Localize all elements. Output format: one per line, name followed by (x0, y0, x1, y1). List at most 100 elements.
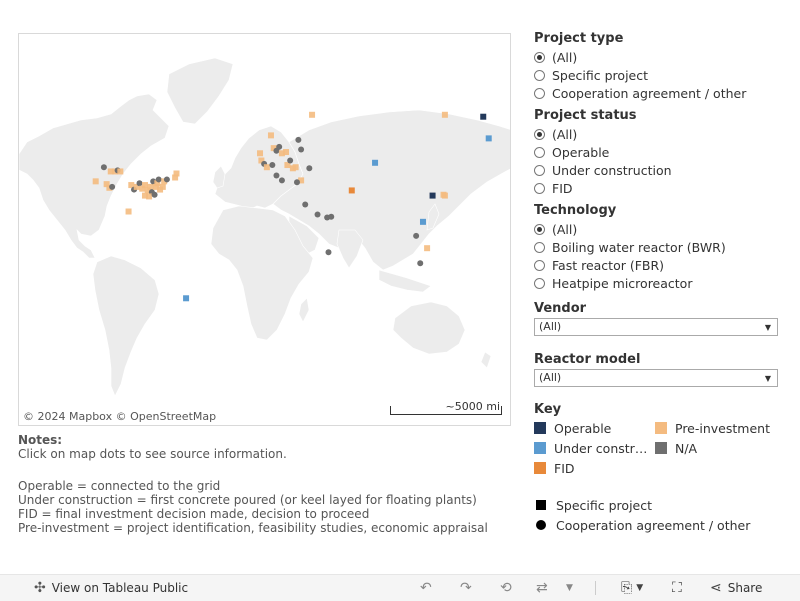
map-marker[interactable] (485, 135, 492, 142)
option-label: Specific project (552, 67, 649, 83)
key-label: Pre-investment (675, 420, 770, 436)
map-marker[interactable] (263, 164, 270, 171)
map-canvas[interactable] (19, 34, 511, 426)
map-marker[interactable] (276, 143, 283, 150)
key-label: N/A (675, 440, 698, 456)
vendor-title: Vendor (534, 301, 587, 316)
project-type-option[interactable]: Specific project (534, 66, 784, 84)
map-marker[interactable] (269, 162, 276, 169)
map-marker[interactable] (314, 211, 321, 218)
filter-panel: Project type (All) Specific project Cooper… (534, 30, 784, 535)
map-marker[interactable] (309, 111, 316, 118)
reactor-model-title: Reactor model (534, 352, 641, 367)
redo-button[interactable]: ↷ (460, 575, 472, 601)
radio-button[interactable] (534, 277, 545, 289)
map-marker[interactable] (100, 164, 107, 171)
map-marker[interactable] (151, 191, 158, 198)
technology-option[interactable]: Fast reactor (FBR) (534, 256, 784, 274)
radio-button[interactable] (534, 51, 545, 63)
map-marker[interactable] (417, 260, 424, 267)
map-marker[interactable] (278, 177, 285, 184)
radio-button[interactable] (534, 87, 545, 99)
technology-option[interactable]: Heatpipe microreactor (534, 274, 784, 292)
key-item[interactable]: Operable (534, 419, 655, 437)
map-marker[interactable] (441, 111, 448, 118)
map-marker[interactable] (302, 201, 309, 208)
map-marker[interactable] (295, 136, 302, 143)
project-status-option[interactable]: FID (534, 179, 784, 197)
key-item[interactable]: N/A (655, 439, 775, 457)
radio-button[interactable] (534, 164, 545, 176)
radio-button[interactable] (534, 182, 545, 194)
map-marker[interactable] (147, 183, 154, 190)
map-marker[interactable] (293, 179, 300, 186)
download-button[interactable]: ⎘ ▼ (621, 575, 643, 601)
project-type-option[interactable]: Cooperation agreement / other (534, 84, 784, 102)
map-marker[interactable] (298, 146, 305, 153)
shape-key-item[interactable]: Cooperation agreement / other (534, 515, 784, 535)
key-item[interactable]: FID (534, 459, 655, 477)
map-marker[interactable] (273, 172, 280, 179)
radio-button[interactable] (534, 223, 545, 235)
map-marker[interactable] (109, 183, 116, 190)
radio-button[interactable] (534, 241, 545, 253)
map-marker[interactable] (125, 208, 132, 215)
shape-key: Specific project Cooperation agreement / … (534, 495, 784, 535)
key-item[interactable]: Under construction (534, 439, 655, 457)
map-marker[interactable] (183, 295, 190, 302)
map-marker[interactable] (372, 159, 379, 166)
map-marker[interactable] (159, 183, 166, 190)
undo-button[interactable]: ↶ (420, 575, 432, 601)
project-status-option[interactable]: (All) (534, 125, 784, 143)
map-marker[interactable] (306, 165, 313, 172)
map-marker[interactable] (155, 176, 162, 183)
reactor-model-dropdown[interactable]: (All) ▼ (534, 369, 778, 387)
vendor-dropdown[interactable]: (All) ▼ (534, 318, 778, 336)
map-marker[interactable] (292, 164, 299, 171)
map-marker[interactable] (441, 192, 448, 199)
map-marker[interactable] (267, 132, 274, 139)
map-marker[interactable] (283, 149, 290, 156)
key-item[interactable]: Pre-investment (655, 419, 775, 437)
map-marker[interactable] (257, 150, 264, 157)
map-marker[interactable] (480, 113, 487, 120)
map-attribution[interactable]: © 2024 Mapbox © OpenStreetMap (23, 410, 216, 423)
project-status-option[interactable]: Operable (534, 143, 784, 161)
map-marker[interactable] (117, 168, 124, 175)
map-marker[interactable] (419, 218, 426, 225)
shape-key-item[interactable]: Specific project (534, 495, 784, 515)
radio-button[interactable] (534, 259, 545, 271)
option-label: (All) (552, 221, 578, 237)
fullscreen-button[interactable]: ⛶ (672, 575, 682, 601)
project-status-option[interactable]: Under construction (534, 161, 784, 179)
radio-button[interactable] (534, 146, 545, 158)
map-marker[interactable] (287, 157, 294, 164)
map-marker[interactable] (136, 180, 143, 187)
map-marker[interactable] (173, 170, 180, 177)
share-button[interactable]: ⋖ Share (710, 575, 762, 601)
map-marker[interactable] (146, 193, 153, 200)
map-marker[interactable] (413, 232, 420, 239)
undo-icon: ↶ (420, 580, 432, 596)
map-marker[interactable] (348, 187, 355, 194)
toolbar-divider (595, 581, 596, 595)
radio-button[interactable] (534, 69, 545, 81)
technology-option[interactable]: Boiling water reactor (BWR) (534, 238, 784, 256)
map-marker[interactable] (429, 192, 436, 199)
map-marker[interactable] (163, 176, 170, 183)
view-on-tableau-link[interactable]: ✣ View on Tableau Public (34, 575, 188, 601)
technology-title: Technology (534, 203, 617, 218)
map-marker[interactable] (424, 245, 431, 252)
notes-line-1: Click on map dots to see source informat… (18, 447, 287, 461)
technology-option[interactable]: (All) (534, 220, 784, 238)
map-marker[interactable] (325, 249, 332, 256)
radio-button[interactable] (534, 128, 545, 140)
revert-button[interactable]: ⟲ (500, 575, 512, 601)
refresh-button[interactable]: ⇄ (536, 575, 548, 601)
map-marker[interactable] (141, 182, 148, 189)
project-type-option[interactable]: (All) (534, 48, 784, 66)
map-marker[interactable] (92, 178, 99, 185)
map-marker[interactable] (328, 213, 335, 220)
refresh-menu-button[interactable]: ▼ (566, 575, 573, 601)
world-map[interactable]: © 2024 Mapbox © OpenStreetMap ~5000 mi (18, 33, 511, 426)
